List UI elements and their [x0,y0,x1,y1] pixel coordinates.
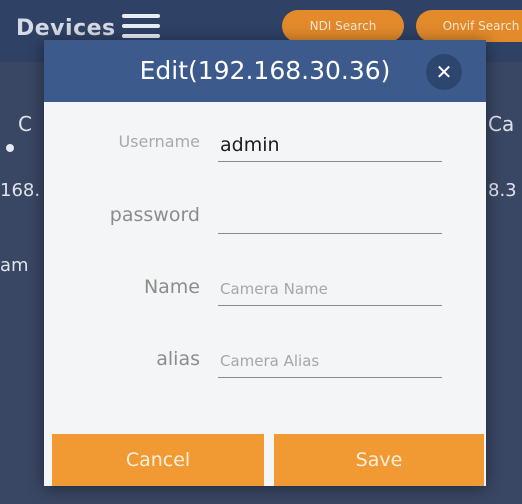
password-label: password [109,204,200,226]
username-row: Username [44,120,486,170]
cancel-button[interactable]: Cancel [52,434,264,486]
menu-icon[interactable] [122,14,160,40]
edit-dialog: Edit(192.168.30.36) ✕ Username password … [44,40,486,486]
onvif-search-button[interactable]: Onvif Search [416,10,522,42]
alias-label: alias [156,348,200,370]
device-card-fragment: C [18,112,32,136]
password-row: password [44,192,486,242]
close-icon: ✕ [435,60,453,84]
page-title: Devices [16,16,116,41]
camera-name-field[interactable] [218,272,442,306]
save-button[interactable]: Save [274,434,484,486]
name-label: Name [143,276,200,298]
close-button[interactable]: ✕ [426,54,462,90]
device-ip-fragment: 8.3 [488,180,517,201]
device-card-fragment: Ca [488,112,515,136]
username-field[interactable] [218,128,442,162]
password-field[interactable] [218,200,442,234]
username-label: Username [118,132,200,151]
name-row: Name [44,264,486,314]
device-ip-fragment: 168. [0,180,41,201]
camera-alias-field[interactable] [218,344,442,378]
ndi-search-button[interactable]: NDI Search [282,10,404,42]
status-dot [6,144,14,152]
dialog-title: Edit(192.168.30.36) [139,56,391,85]
alias-row: alias [44,336,486,386]
dialog-header: Edit(192.168.30.36) ✕ [44,40,486,102]
device-name-fragment: am [0,255,29,276]
